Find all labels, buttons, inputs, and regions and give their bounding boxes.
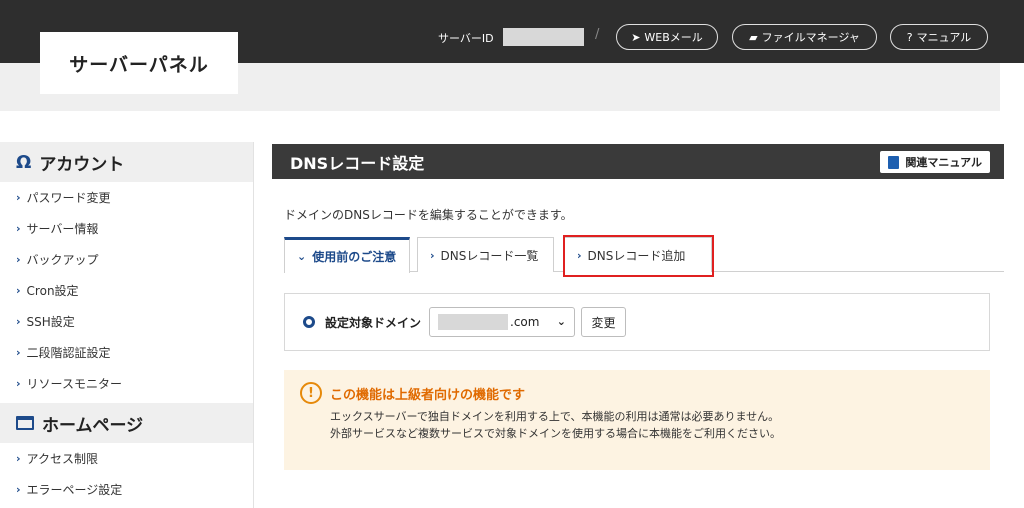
- tab-notice[interactable]: ⌄ 使用前のご注意: [284, 237, 410, 273]
- sidebar-item-label: エラーページ設定: [26, 483, 123, 497]
- logo-text: サーバーパネル: [69, 53, 209, 76]
- paper-plane-icon: ➤: [631, 30, 641, 44]
- exclamation-icon: !: [300, 382, 322, 404]
- sidebar-item-label: バックアップ: [26, 253, 99, 267]
- sidebar-item-label: リソースモニター: [26, 377, 122, 391]
- sidebar-item-cron[interactable]: › Cron設定: [0, 275, 253, 306]
- webmail-label: WEBメール: [644, 31, 703, 44]
- page-title: DNSレコード設定: [290, 153, 425, 173]
- warning-text-line: 外部サービスなど複数サービスで対象ドメインを使用する場合に本機能をご利用ください…: [330, 427, 781, 440]
- sidebar-item-server-info[interactable]: › サーバー情報: [0, 213, 253, 244]
- chevron-right-icon: ›: [16, 191, 21, 204]
- domain-name-masked: [438, 314, 509, 330]
- homepage-heading-text: ホームページ: [42, 415, 144, 436]
- window-icon: [16, 416, 34, 430]
- account-heading-text: アカウント: [39, 154, 125, 175]
- manual-button[interactable]: ? マニュアル: [890, 24, 988, 50]
- domain-select[interactable]: .com ⌄: [429, 307, 576, 337]
- sidebar-item-access-restriction[interactable]: › アクセス制限: [0, 443, 253, 474]
- sidebar-item-password[interactable]: › パスワード変更: [0, 182, 253, 213]
- server-id-value-masked: [503, 28, 584, 46]
- file-manager-button[interactable]: ▰ ファイルマネージャ: [732, 24, 877, 50]
- chevron-right-icon: ›: [16, 222, 21, 235]
- help-circle-icon: ?: [906, 30, 913, 44]
- sidebar-item-ssh[interactable]: › SSH設定: [0, 306, 253, 337]
- server-id-label: サーバーID: [438, 32, 494, 45]
- tab-bar: ⌄ 使用前のご注意 › DNSレコード一覧 › DNSレコード追加: [284, 237, 1004, 273]
- domain-label: 設定対象ドメイン: [325, 315, 422, 330]
- domain-selector-panel: 設定対象ドメイン .com ⌄ 変更: [284, 293, 990, 351]
- sidebar-item-label: パスワード変更: [26, 191, 111, 205]
- warning-notice: ! この機能は上級者向けの機能です エックスサーバーで独自ドメインを利用する上で…: [284, 370, 990, 470]
- page-description: ドメインのDNSレコードを編集することができます。: [284, 208, 573, 222]
- chevron-right-icon: ›: [16, 284, 21, 297]
- sidebar-item-backup[interactable]: › バックアップ: [0, 244, 253, 275]
- chevron-right-icon: ›: [16, 253, 21, 266]
- tab-label: DNSレコード一覧: [440, 248, 539, 263]
- sidebar-item-label: サーバー情報: [26, 222, 99, 236]
- account-icon: Ω: [16, 151, 32, 173]
- manual-label: マニュアル: [916, 31, 972, 44]
- warning-title: この機能は上級者向けの機能です: [330, 387, 526, 403]
- sidebar-item-two-factor[interactable]: › 二段階認証設定: [0, 337, 253, 368]
- server-panel-logo[interactable]: サーバーパネル: [40, 32, 238, 94]
- sidebar-item-error-page[interactable]: › エラーページ設定: [0, 474, 253, 505]
- tab-label: DNSレコード追加: [587, 248, 686, 263]
- webmail-button[interactable]: ➤ WEBメール: [616, 24, 718, 50]
- chevron-right-icon: ›: [16, 483, 21, 496]
- change-domain-button[interactable]: 変更: [581, 307, 627, 337]
- chevron-right-icon: ›: [430, 248, 435, 262]
- tab-dns-record-list[interactable]: › DNSレコード一覧: [417, 237, 554, 272]
- tab-dns-record-add[interactable]: › DNSレコード追加: [564, 237, 712, 272]
- chevron-right-icon: ›: [577, 248, 582, 262]
- warning-text-line: エックスサーバーで独自ドメインを利用する上で、本機能の利用は通常は必要ありません…: [330, 410, 780, 423]
- chevron-down-icon: ⌄: [556, 315, 567, 328]
- radio-circle-icon: [303, 316, 315, 328]
- chevron-down-icon: ⌄: [297, 250, 307, 263]
- related-manual-label: 関連マニュアル: [905, 156, 982, 169]
- sidebar-item-label: Cron設定: [26, 284, 79, 298]
- sidebar-item-label: SSH設定: [26, 315, 75, 329]
- related-manual-button[interactable]: 関連マニュアル: [880, 151, 990, 173]
- header-separator: /: [595, 27, 600, 42]
- book-icon: [888, 155, 900, 169]
- main-header: DNSレコード設定 関連マニュアル: [272, 144, 1004, 179]
- chevron-right-icon: ›: [16, 377, 21, 390]
- sidebar-item-label: 二段階認証設定: [26, 346, 111, 360]
- sidebar-item-resource-monitor[interactable]: › リソースモニター: [0, 368, 253, 399]
- tab-label: 使用前のご注意: [312, 250, 397, 264]
- folder-icon: ▰: [749, 30, 758, 44]
- chevron-right-icon: ›: [16, 346, 21, 359]
- sidebar-heading-account: Ω アカウント: [0, 142, 253, 182]
- sidebar-heading-homepage: ホームページ: [0, 403, 253, 443]
- sidebar-item-label: アクセス制限: [26, 452, 98, 466]
- file-manager-label: ファイルマネージャ: [761, 31, 860, 44]
- chevron-right-icon: ›: [16, 452, 21, 465]
- domain-suffix: .com: [510, 315, 540, 329]
- sidebar: Ω アカウント › パスワード変更 › サーバー情報 › バックアップ › Cron設定…: [0, 142, 254, 508]
- chevron-right-icon: ›: [16, 315, 21, 328]
